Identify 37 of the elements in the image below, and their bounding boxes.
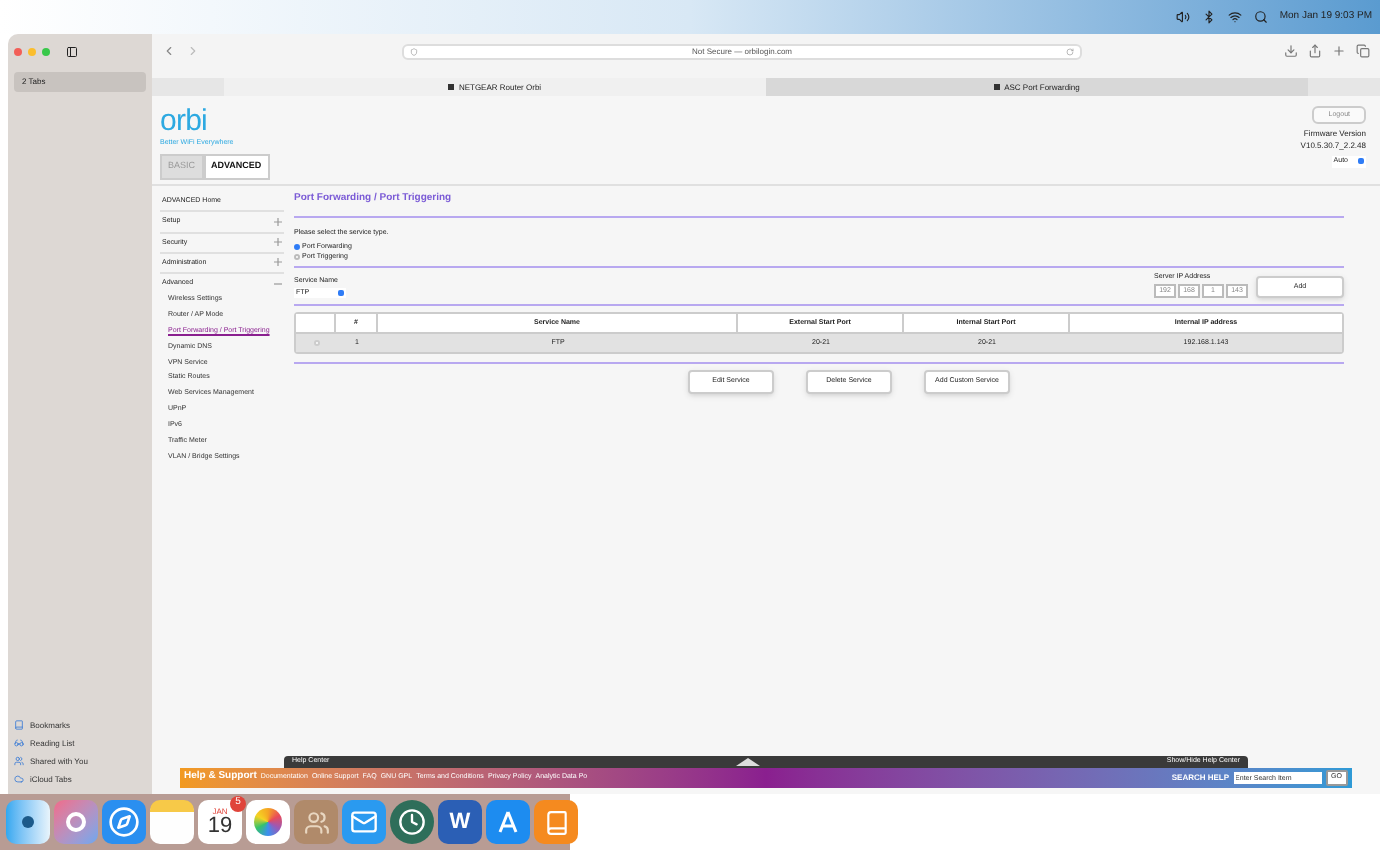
plus-icon[interactable] [274,238,282,247]
wifi-icon[interactable] [1227,10,1242,24]
radio-button[interactable] [294,254,300,261]
launchpad-icon[interactable] [54,800,98,844]
mail-icon[interactable] [342,800,386,844]
search-icon[interactable] [1253,10,1268,24]
finder-icon[interactable] [6,800,50,844]
contacts-icon[interactable] [294,800,338,844]
radio-button[interactable] [294,243,300,250]
compass-icon[interactable] [102,800,146,844]
zoom-button[interactable] [42,48,50,56]
sidebar-icon[interactable] [66,46,78,58]
close-button[interactable] [14,48,22,56]
plus-icon[interactable] [274,258,282,267]
flower-icon[interactable] [246,800,290,844]
reload-icon[interactable] [1066,48,1074,56]
notes-icon[interactable] [150,800,194,844]
tabs-overview-icon[interactable] [1356,44,1370,58]
word-icon[interactable]: W [438,800,482,844]
cloud-icon [14,774,24,784]
shield-icon [410,48,418,56]
volume-icon[interactable] [1175,10,1190,24]
back-icon[interactable] [162,44,176,58]
book-icon[interactable] [534,800,578,844]
bluetooth-icon[interactable] [1201,10,1216,24]
new-tab-icon[interactable] [1332,44,1346,58]
download-icon[interactable] [1284,44,1298,58]
share-icon[interactable] [1308,44,1322,58]
bookmark-icon [14,720,24,730]
people-icon [14,756,24,766]
forward-icon[interactable] [186,44,200,58]
calendar-day: 19 [207,815,233,837]
orbi-logo: orbi [160,106,210,136]
glasses-icon [14,738,24,748]
clock-icon[interactable] [390,800,434,844]
app-store-icon[interactable] [486,800,530,844]
plus-icon[interactable] [274,217,282,226]
